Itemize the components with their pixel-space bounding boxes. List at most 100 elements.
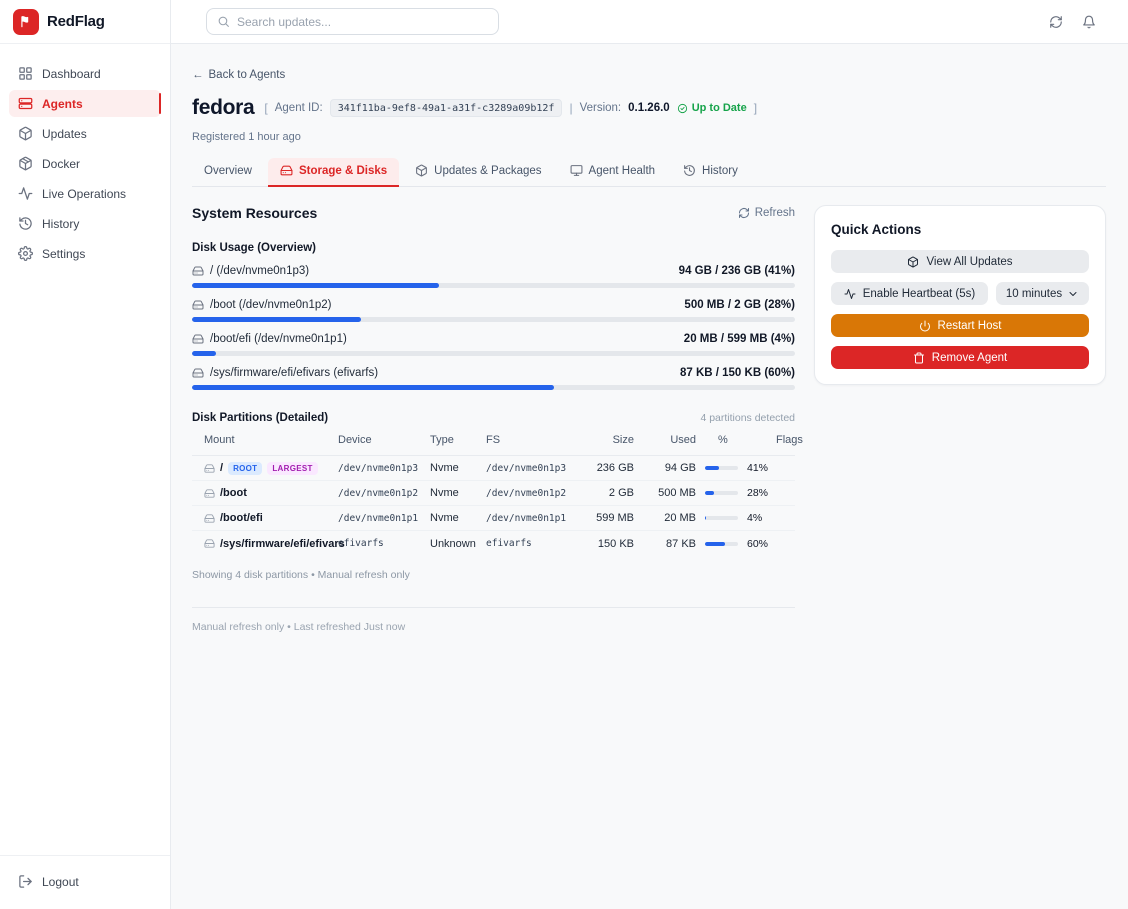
harddrive-icon [280, 164, 293, 177]
disk-usage-list: / (/dev/nvme0n1p3)94 GB / 236 GB (41%)/b… [192, 265, 795, 390]
sidebar-item-dashboard[interactable]: Dashboard [9, 60, 161, 87]
disk-usage-row: / (/dev/nvme0n1p3)94 GB / 236 GB (41%) [192, 265, 795, 288]
partitions-footer: Showing 4 disk partitions • Manual refre… [192, 569, 795, 581]
interval-select[interactable]: 10 minutes [996, 282, 1089, 305]
tab-history[interactable]: History [671, 158, 750, 187]
package-icon [18, 126, 33, 141]
tab-agent-health[interactable]: Agent Health [558, 158, 668, 187]
system-resources-section: System Resources Refresh Disk Usage (Ove… [192, 205, 795, 633]
table-header: MountDeviceTypeFSSizeUsed%Flags [192, 434, 795, 456]
disk-usage-value: 20 MB / 599 MB (4%) [684, 333, 795, 345]
mount-cell: /ROOTLARGEST [204, 462, 338, 475]
harddrive-icon [192, 333, 204, 345]
percent-bar [705, 542, 738, 546]
restart-host-button[interactable]: Restart Host [831, 314, 1089, 337]
sidebar-item-docker[interactable]: Docker [9, 150, 161, 177]
sidebar-item-history[interactable]: History [9, 210, 161, 237]
remove-agent-button[interactable]: Remove Agent [831, 346, 1089, 369]
sync-icon[interactable] [1049, 15, 1063, 29]
used-cell: 87 KB [634, 538, 696, 550]
harddrive-icon [204, 538, 215, 549]
partitions-heading: Disk Partitions (Detailed) [192, 412, 328, 424]
agent-id-badge: 341f11ba-9ef8-49a1-a31f-c3289a09b12f [330, 99, 563, 117]
disk-usage-value: 94 GB / 236 GB (41%) [679, 265, 795, 277]
tab-overview[interactable]: Overview [192, 158, 264, 187]
bracket-open: [ [264, 101, 267, 115]
trash-icon [913, 352, 925, 364]
harddrive-icon [192, 299, 204, 311]
disk-progress-bar [192, 283, 795, 288]
percent-cell: 4% [696, 512, 776, 524]
chevron-down-icon [1067, 288, 1079, 300]
registered-text: Registered 1 hour ago [192, 131, 1106, 143]
harddrive-icon [204, 513, 215, 524]
used-cell: 20 MB [634, 512, 696, 524]
column-header-flags: Flags [776, 434, 803, 446]
brand: RedFlag [0, 0, 170, 44]
column-header-used: Used [634, 434, 696, 446]
device-cell: /dev/nvme0n1p1 [338, 513, 430, 524]
sidebar-item-updates[interactable]: Updates [9, 120, 161, 147]
sidebar-item-agents[interactable]: Agents [9, 90, 161, 117]
disk-usage-value: 87 KB / 150 KB (60%) [680, 367, 795, 379]
app-window: RedFlag Dashboard Agents Updates Docker Live… [0, 0, 1128, 909]
version-label: Version: [580, 102, 622, 114]
badge-root: ROOT [228, 462, 262, 475]
tab-storage-disks[interactable]: Storage & Disks [268, 158, 399, 187]
power-icon [919, 320, 931, 332]
percent-bar [705, 491, 738, 495]
disk-progress-bar [192, 385, 795, 390]
tab-updates-packages[interactable]: Updates & Packages [403, 158, 553, 187]
harddrive-icon [204, 488, 215, 499]
column-header-type: Type [430, 434, 486, 446]
refresh-button[interactable]: Refresh [738, 207, 795, 219]
harddrive-icon [192, 265, 204, 277]
logout-button[interactable]: Logout [9, 868, 161, 895]
column-header-device: Device [338, 434, 430, 446]
mount-cell: /sys/firmware/efi/efivars [204, 538, 338, 550]
fs-cell: /dev/nvme0n1p1 [486, 513, 584, 524]
fs-cell: /dev/nvme0n1p2 [486, 488, 584, 499]
sidebar-nav: Dashboard Agents Updates Docker Live Operati… [0, 44, 170, 267]
badge-largest: LARGEST [267, 462, 317, 475]
arrow-left-icon: ← [192, 69, 204, 81]
logout-icon [18, 874, 33, 889]
disk-usage-row: /sys/firmware/efi/efivars (efivarfs)87 K… [192, 367, 795, 390]
redflag-logo-icon [13, 9, 39, 35]
percent-cell: 60% [696, 538, 776, 550]
box-icon [18, 156, 33, 171]
sidebar-item-live-operations[interactable]: Live Operations [9, 180, 161, 207]
disk-usage-heading: Disk Usage (Overview) [192, 242, 795, 254]
server-icon [18, 96, 33, 111]
table-row: /ROOTLARGEST/dev/nvme0n1p3Nvme/dev/nvme0… [192, 456, 795, 481]
topbar: Search updates... [171, 0, 1128, 44]
sidebar-footer: Logout [0, 855, 170, 909]
table-row: /sys/firmware/efi/efivarsefivarfsUnknown… [192, 531, 795, 556]
table-row: /boot/dev/nvme0n1p2Nvme/dev/nvme0n1p22 G… [192, 481, 795, 506]
sidebar: RedFlag Dashboard Agents Updates Docker Live… [0, 0, 171, 909]
search-placeholder: Search updates... [237, 15, 331, 29]
search-input[interactable]: Search updates... [206, 8, 499, 35]
disk-progress-bar [192, 317, 795, 322]
type-cell: Nvme [430, 487, 486, 499]
logout-label: Logout [42, 875, 79, 889]
column-header-fs: FS [486, 434, 584, 446]
grid-icon [18, 66, 33, 81]
bell-icon[interactable] [1082, 15, 1096, 29]
used-cell: 500 MB [634, 487, 696, 499]
column-header-size: Size [584, 434, 634, 446]
history-icon [18, 216, 33, 231]
sidebar-item-settings[interactable]: Settings [9, 240, 161, 267]
used-cell: 94 GB [634, 462, 696, 474]
enable-heartbeat-button[interactable]: Enable Heartbeat (5s) [831, 282, 988, 305]
harddrive-icon [192, 367, 204, 379]
percent-bar [705, 516, 738, 520]
percent-cell: 41% [696, 462, 776, 474]
size-cell: 236 GB [584, 462, 634, 474]
back-link[interactable]: ← Back to Agents [192, 69, 285, 81]
type-cell: Nvme [430, 462, 486, 474]
section-title: System Resources [192, 205, 317, 221]
refresh-icon [738, 207, 750, 219]
view-all-updates-button[interactable]: View All Updates [831, 250, 1089, 273]
agent-id-label: Agent ID: [275, 102, 323, 114]
